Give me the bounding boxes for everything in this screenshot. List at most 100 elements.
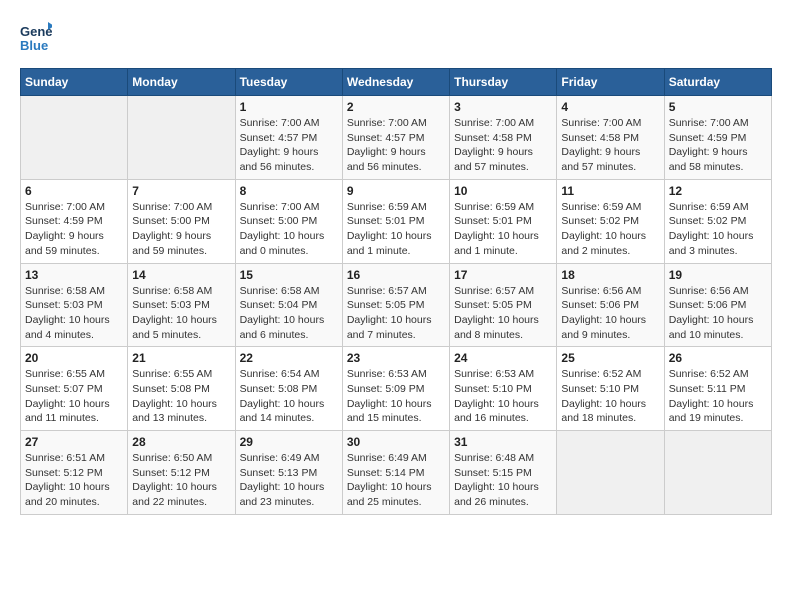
day-number: 11	[561, 184, 659, 198]
day-info: Sunrise: 6:54 AMSunset: 5:08 PMDaylight:…	[240, 367, 338, 426]
day-number: 19	[669, 268, 767, 282]
day-info: Sunrise: 6:52 AMSunset: 5:10 PMDaylight:…	[561, 367, 659, 426]
day-number: 5	[669, 100, 767, 114]
day-number: 31	[454, 435, 552, 449]
calendar-cell: 4 Sunrise: 7:00 AMSunset: 4:58 PMDaylight…	[557, 96, 664, 180]
day-number: 7	[132, 184, 230, 198]
day-number: 9	[347, 184, 445, 198]
calendar-cell: 13 Sunrise: 6:58 AMSunset: 5:03 PMDayligh…	[21, 263, 128, 347]
logo-icon: General Blue	[20, 20, 52, 58]
day-info: Sunrise: 6:58 AMSunset: 5:03 PMDaylight:…	[132, 284, 230, 343]
weekday-header: Thursday	[450, 69, 557, 96]
calendar-table: SundayMondayTuesdayWednesdayThursdayFrid…	[20, 68, 772, 515]
calendar-cell: 24 Sunrise: 6:53 AMSunset: 5:10 PMDayligh…	[450, 347, 557, 431]
calendar-week: 1 Sunrise: 7:00 AMSunset: 4:57 PMDaylight…	[21, 96, 772, 180]
day-number: 14	[132, 268, 230, 282]
svg-text:Blue: Blue	[20, 38, 48, 53]
calendar-week: 13 Sunrise: 6:58 AMSunset: 5:03 PMDayligh…	[21, 263, 772, 347]
day-info: Sunrise: 7:00 AMSunset: 5:00 PMDaylight:…	[132, 200, 230, 259]
calendar-cell: 8Sunrise: 7:00 AMSunset: 5:00 PMDaylight…	[235, 179, 342, 263]
day-info: Sunrise: 6:52 AMSunset: 5:11 PMDaylight:…	[669, 367, 767, 426]
calendar-week: 20Sunrise: 6:55 AMSunset: 5:07 PMDayligh…	[21, 347, 772, 431]
day-info: Sunrise: 7:00 AMSunset: 4:59 PMDaylight:…	[669, 116, 767, 175]
day-info: Sunrise: 7:00 AMSunset: 4:58 PMDaylight:…	[454, 116, 552, 175]
day-number: 28	[132, 435, 230, 449]
day-number: 30	[347, 435, 445, 449]
calendar-week: 6Sunrise: 7:00 AMSunset: 4:59 PMDaylight…	[21, 179, 772, 263]
weekday-header: Friday	[557, 69, 664, 96]
calendar-cell	[664, 431, 771, 515]
day-number: 24	[454, 351, 552, 365]
calendar-cell: 23Sunrise: 6:53 AMSunset: 5:09 PMDayligh…	[342, 347, 449, 431]
day-info: Sunrise: 6:53 AMSunset: 5:09 PMDaylight:…	[347, 367, 445, 426]
calendar-cell: 20Sunrise: 6:55 AMSunset: 5:07 PMDayligh…	[21, 347, 128, 431]
day-number: 12	[669, 184, 767, 198]
calendar-cell: 2 Sunrise: 7:00 AMSunset: 4:57 PMDaylight…	[342, 96, 449, 180]
calendar-cell: 27 Sunrise: 6:51 AMSunset: 5:12 PMDayligh…	[21, 431, 128, 515]
calendar-cell: 7 Sunrise: 7:00 AMSunset: 5:00 PMDaylight…	[128, 179, 235, 263]
day-info: Sunrise: 6:57 AMSunset: 5:05 PMDaylight:…	[454, 284, 552, 343]
calendar-cell: 5 Sunrise: 7:00 AMSunset: 4:59 PMDaylight…	[664, 96, 771, 180]
day-number: 17	[454, 268, 552, 282]
day-number: 18	[561, 268, 659, 282]
day-info: Sunrise: 6:50 AMSunset: 5:12 PMDaylight:…	[132, 451, 230, 510]
day-info: Sunrise: 6:48 AMSunset: 5:15 PMDaylight:…	[454, 451, 552, 510]
day-number: 21	[132, 351, 230, 365]
day-info: Sunrise: 6:59 AMSunset: 5:02 PMDaylight:…	[669, 200, 767, 259]
day-info: Sunrise: 7:00 AMSunset: 4:59 PMDaylight:…	[25, 200, 123, 259]
day-info: Sunrise: 6:49 AMSunset: 5:13 PMDaylight:…	[240, 451, 338, 510]
day-info: Sunrise: 7:00 AMSunset: 4:57 PMDaylight:…	[347, 116, 445, 175]
calendar-header: SundayMondayTuesdayWednesdayThursdayFrid…	[21, 69, 772, 96]
day-info: Sunrise: 6:55 AMSunset: 5:07 PMDaylight:…	[25, 367, 123, 426]
day-info: Sunrise: 7:00 AMSunset: 4:57 PMDaylight:…	[240, 116, 338, 175]
day-number: 13	[25, 268, 123, 282]
calendar-cell: 29 Sunrise: 6:49 AMSunset: 5:13 PMDayligh…	[235, 431, 342, 515]
calendar-cell: 15Sunrise: 6:58 AMSunset: 5:04 PMDayligh…	[235, 263, 342, 347]
calendar-cell: 10 Sunrise: 6:59 AMSunset: 5:01 PMDayligh…	[450, 179, 557, 263]
calendar-cell: 28 Sunrise: 6:50 AMSunset: 5:12 PMDayligh…	[128, 431, 235, 515]
day-number: 1	[240, 100, 338, 114]
calendar-cell: 21 Sunrise: 6:55 AMSunset: 5:08 PMDayligh…	[128, 347, 235, 431]
calendar-cell	[128, 96, 235, 180]
calendar-cell: 25 Sunrise: 6:52 AMSunset: 5:10 PMDayligh…	[557, 347, 664, 431]
day-number: 3	[454, 100, 552, 114]
day-number: 27	[25, 435, 123, 449]
day-info: Sunrise: 6:55 AMSunset: 5:08 PMDaylight:…	[132, 367, 230, 426]
calendar-cell: 12 Sunrise: 6:59 AMSunset: 5:02 PMDayligh…	[664, 179, 771, 263]
day-info: Sunrise: 6:56 AMSunset: 5:06 PMDaylight:…	[561, 284, 659, 343]
day-info: Sunrise: 6:59 AMSunset: 5:01 PMDaylight:…	[454, 200, 552, 259]
calendar-cell: 30Sunrise: 6:49 AMSunset: 5:14 PMDayligh…	[342, 431, 449, 515]
calendar-cell	[21, 96, 128, 180]
day-info: Sunrise: 6:58 AMSunset: 5:03 PMDaylight:…	[25, 284, 123, 343]
day-info: Sunrise: 6:51 AMSunset: 5:12 PMDaylight:…	[25, 451, 123, 510]
calendar-cell: 6Sunrise: 7:00 AMSunset: 4:59 PMDaylight…	[21, 179, 128, 263]
day-info: Sunrise: 6:56 AMSunset: 5:06 PMDaylight:…	[669, 284, 767, 343]
page-header: General Blue	[20, 20, 772, 58]
day-number: 16	[347, 268, 445, 282]
calendar-cell: 14 Sunrise: 6:58 AMSunset: 5:03 PMDayligh…	[128, 263, 235, 347]
day-number: 2	[347, 100, 445, 114]
day-info: Sunrise: 7:00 AMSunset: 4:58 PMDaylight:…	[561, 116, 659, 175]
day-number: 29	[240, 435, 338, 449]
day-info: Sunrise: 6:53 AMSunset: 5:10 PMDaylight:…	[454, 367, 552, 426]
calendar-cell: 22Sunrise: 6:54 AMSunset: 5:08 PMDayligh…	[235, 347, 342, 431]
day-info: Sunrise: 6:59 AMSunset: 5:02 PMDaylight:…	[561, 200, 659, 259]
logo: General Blue	[20, 20, 52, 58]
day-number: 8	[240, 184, 338, 198]
calendar-body: 1 Sunrise: 7:00 AMSunset: 4:57 PMDaylight…	[21, 96, 772, 515]
calendar-cell: 26Sunrise: 6:52 AMSunset: 5:11 PMDayligh…	[664, 347, 771, 431]
weekday-header: Sunday	[21, 69, 128, 96]
day-number: 25	[561, 351, 659, 365]
svg-text:General: General	[20, 24, 52, 39]
calendar-cell: 9 Sunrise: 6:59 AMSunset: 5:01 PMDaylight…	[342, 179, 449, 263]
day-info: Sunrise: 6:57 AMSunset: 5:05 PMDaylight:…	[347, 284, 445, 343]
calendar-cell: 3 Sunrise: 7:00 AMSunset: 4:58 PMDaylight…	[450, 96, 557, 180]
calendar-cell: 16 Sunrise: 6:57 AMSunset: 5:05 PMDayligh…	[342, 263, 449, 347]
day-info: Sunrise: 6:59 AMSunset: 5:01 PMDaylight:…	[347, 200, 445, 259]
weekday-header: Tuesday	[235, 69, 342, 96]
logo-container: General Blue	[20, 20, 52, 58]
day-number: 10	[454, 184, 552, 198]
day-number: 4	[561, 100, 659, 114]
weekday-header: Saturday	[664, 69, 771, 96]
calendar-cell: 18 Sunrise: 6:56 AMSunset: 5:06 PMDayligh…	[557, 263, 664, 347]
